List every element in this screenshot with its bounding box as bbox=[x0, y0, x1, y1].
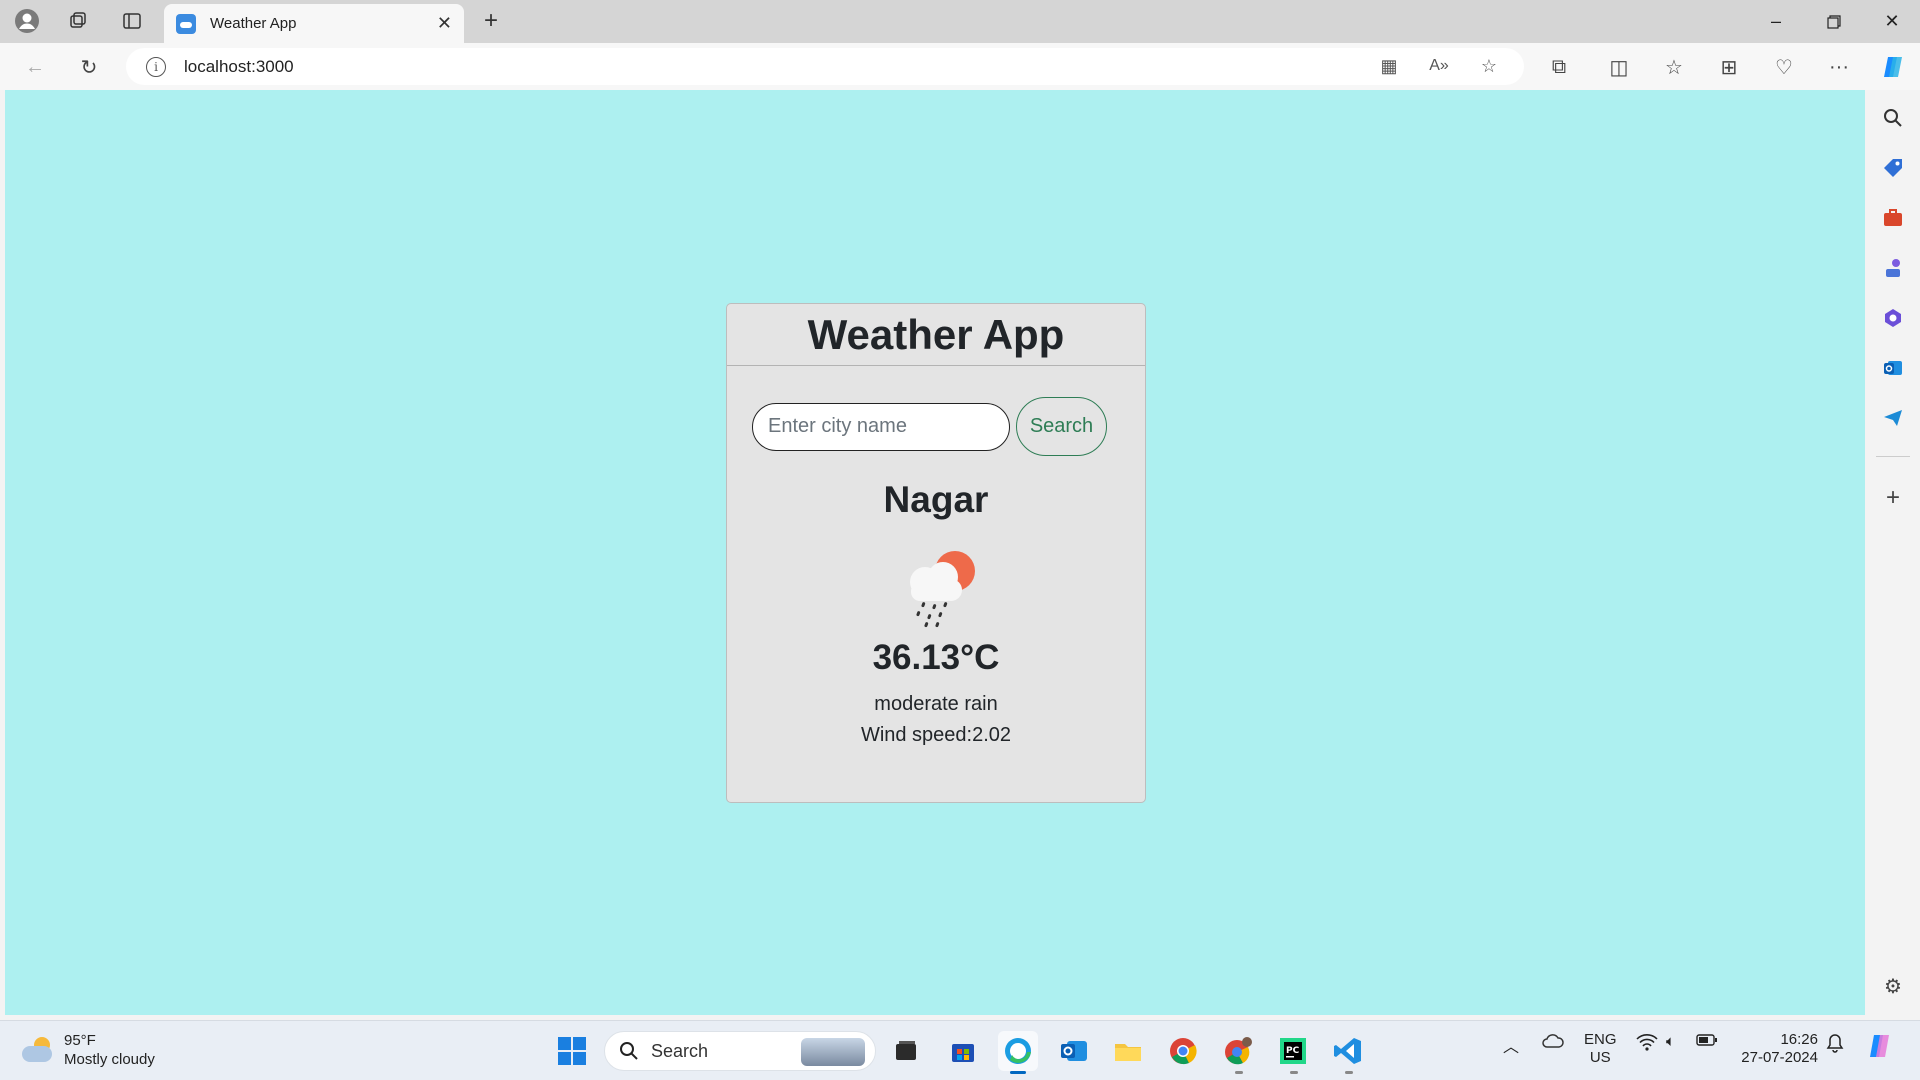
taskbar-search-label: Search bbox=[651, 1040, 709, 1061]
task-view-icon[interactable] bbox=[886, 1031, 926, 1071]
new-tab-icon[interactable]: + bbox=[476, 6, 506, 36]
language-indicator[interactable]: ENG US bbox=[1584, 1031, 1617, 1067]
taskbar-search-icon bbox=[620, 1042, 638, 1060]
edge-browser-icon[interactable] bbox=[998, 1031, 1038, 1074]
city-name: Nagar bbox=[883, 479, 989, 520]
taskbar-weather-widget[interactable]: 95°F Mostly cloudy bbox=[22, 1031, 155, 1069]
chrome-profile-icon[interactable] bbox=[1218, 1031, 1258, 1074]
read-aloud-icon[interactable]: A» bbox=[1424, 51, 1454, 81]
notifications-bell-icon[interactable] bbox=[1826, 1033, 1844, 1057]
profile-icon[interactable] bbox=[11, 6, 43, 36]
windows-start-icon[interactable] bbox=[552, 1031, 592, 1071]
wind-speed: Wind speed:2.02 bbox=[860, 724, 1012, 746]
browser-tab-strip: Weather App ✕ + – ✕ bbox=[0, 0, 1920, 43]
temperature: 36.13°C bbox=[872, 638, 1000, 677]
microsoft-store-icon[interactable] bbox=[943, 1031, 983, 1071]
clock-date: 27-07-2024 bbox=[1741, 1049, 1818, 1066]
clock[interactable]: 16:26 27-07-2024 bbox=[1738, 1031, 1818, 1067]
language-code: ENG bbox=[1584, 1031, 1617, 1048]
svg-text:PC: PC bbox=[1286, 1046, 1300, 1056]
back-icon[interactable]: ← bbox=[20, 52, 50, 82]
vscode-icon[interactable] bbox=[1328, 1031, 1368, 1074]
restore-icon[interactable] bbox=[1806, 0, 1862, 43]
page-viewport: Weather App Search Nagar bbox=[5, 90, 1865, 1015]
tab-title: Weather App bbox=[210, 15, 297, 32]
search-button[interactable]: Search bbox=[1016, 397, 1107, 456]
onedrive-icon[interactable] bbox=[1542, 1033, 1564, 1053]
app-available-icon[interactable]: ▦ bbox=[1374, 51, 1404, 81]
settings-more-icon[interactable]: ··· bbox=[1824, 52, 1854, 82]
address-bar[interactable]: i localhost:3000 ▦ A» ☆ bbox=[126, 48, 1524, 85]
weather-favicon-icon bbox=[176, 13, 196, 34]
favorites-icon[interactable]: ☆ bbox=[1659, 52, 1689, 82]
show-hidden-icons[interactable]: ︿ bbox=[1503, 1033, 1519, 1057]
extensions-icon[interactable]: ⧉ bbox=[1544, 52, 1574, 82]
chrome-icon[interactable] bbox=[1163, 1031, 1203, 1071]
games-chess-icon[interactable] bbox=[1879, 254, 1907, 282]
microsoft-365-icon[interactable] bbox=[1879, 304, 1907, 332]
cloud-sun-icon bbox=[22, 1037, 54, 1063]
close-tab-icon[interactable]: ✕ bbox=[437, 13, 452, 34]
taskbar-search[interactable]: Search bbox=[604, 1031, 876, 1071]
battery-icon[interactable] bbox=[1696, 1033, 1718, 1051]
url-text[interactable]: localhost:3000 bbox=[184, 57, 294, 77]
outlook-new-icon[interactable] bbox=[1054, 1031, 1094, 1071]
tools-briefcase-icon[interactable] bbox=[1879, 204, 1907, 232]
rain-cloud-sun-icon bbox=[895, 544, 981, 630]
card-header: Weather App bbox=[727, 304, 1145, 366]
browser-toolbar: ← ↻ i localhost:3000 ▦ A» ☆ ⧉ ◫ ☆ ⊞ ♡ ··… bbox=[0, 43, 1920, 90]
volume-icon[interactable]: 🔈︎ bbox=[1666, 1033, 1675, 1050]
send-telegram-icon[interactable] bbox=[1879, 404, 1907, 432]
wifi-icon[interactable] bbox=[1636, 1033, 1658, 1055]
taskbar-weather-desc: Mostly cloudy bbox=[64, 1051, 155, 1068]
tab-weather-app[interactable]: Weather App ✕ bbox=[164, 4, 464, 43]
collections-icon[interactable]: ⊞ bbox=[1714, 52, 1744, 82]
city-search-input[interactable] bbox=[752, 402, 1010, 451]
favorite-star-icon[interactable]: ☆ bbox=[1474, 51, 1504, 81]
weather-description: moderate rain bbox=[874, 693, 998, 715]
copilot-icon[interactable] bbox=[1878, 52, 1908, 82]
file-explorer-icon[interactable] bbox=[1108, 1031, 1148, 1071]
clock-time: 16:26 bbox=[1780, 1031, 1818, 1048]
taskbar-temperature: 95°F bbox=[64, 1032, 96, 1049]
search-row: Search bbox=[752, 397, 1107, 456]
weather-card: Weather App Search Nagar bbox=[726, 303, 1146, 803]
sidebar-settings-gear-icon[interactable]: ⚙ bbox=[1879, 972, 1907, 1000]
site-info-icon[interactable]: i bbox=[146, 56, 166, 77]
search-sidebar-icon[interactable] bbox=[1879, 104, 1907, 132]
outlook-icon[interactable] bbox=[1879, 354, 1907, 382]
windows-taskbar: 95°F Mostly cloudy Search PC ︿ ENG US 🔈︎… bbox=[0, 1020, 1920, 1080]
search-highlight-image bbox=[801, 1038, 865, 1066]
close-window-icon[interactable]: ✕ bbox=[1864, 0, 1920, 43]
copilot-preview-icon[interactable] bbox=[1866, 1031, 1896, 1065]
page-title: Weather App bbox=[807, 310, 1065, 358]
shopping-tag-icon[interactable] bbox=[1879, 154, 1907, 182]
workspaces-icon[interactable] bbox=[62, 6, 94, 36]
pycharm-icon[interactable]: PC bbox=[1273, 1031, 1313, 1074]
add-sidebar-app-icon[interactable]: + bbox=[1879, 484, 1907, 512]
minimize-icon[interactable]: – bbox=[1748, 0, 1804, 43]
refresh-icon[interactable]: ↻ bbox=[74, 52, 104, 82]
edge-sidebar: + ⚙ bbox=[1866, 90, 1920, 1015]
vertical-tabs-icon[interactable] bbox=[116, 6, 148, 36]
split-screen-icon[interactable]: ◫ bbox=[1604, 52, 1634, 82]
region-code: US bbox=[1589, 1049, 1611, 1066]
browser-essentials-icon[interactable]: ♡ bbox=[1769, 52, 1799, 82]
sidebar-divider bbox=[1876, 456, 1910, 457]
